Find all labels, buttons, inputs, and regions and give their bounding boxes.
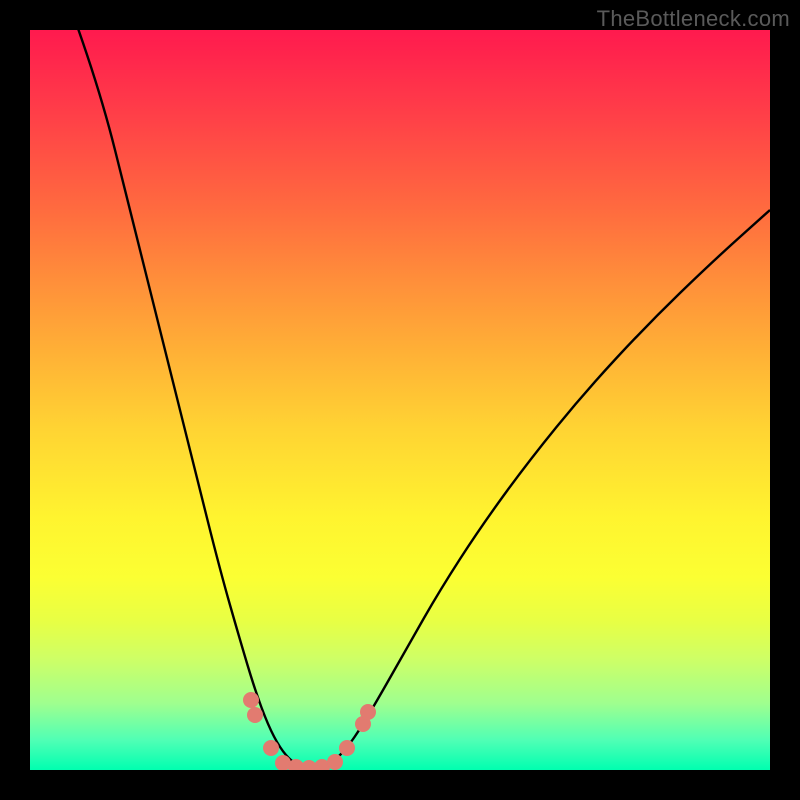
marker-dot [243, 692, 259, 708]
outer-frame: TheBottleneck.com [0, 0, 800, 800]
plot-area [30, 30, 770, 770]
marker-dot [339, 740, 355, 756]
marker-dot [360, 704, 376, 720]
bottleneck-curve [75, 30, 770, 768]
marker-dot [247, 707, 263, 723]
chart-svg [30, 30, 770, 770]
marker-group [243, 692, 376, 770]
marker-dot [327, 754, 343, 770]
marker-dot [263, 740, 279, 756]
watermark-text: TheBottleneck.com [597, 6, 790, 32]
